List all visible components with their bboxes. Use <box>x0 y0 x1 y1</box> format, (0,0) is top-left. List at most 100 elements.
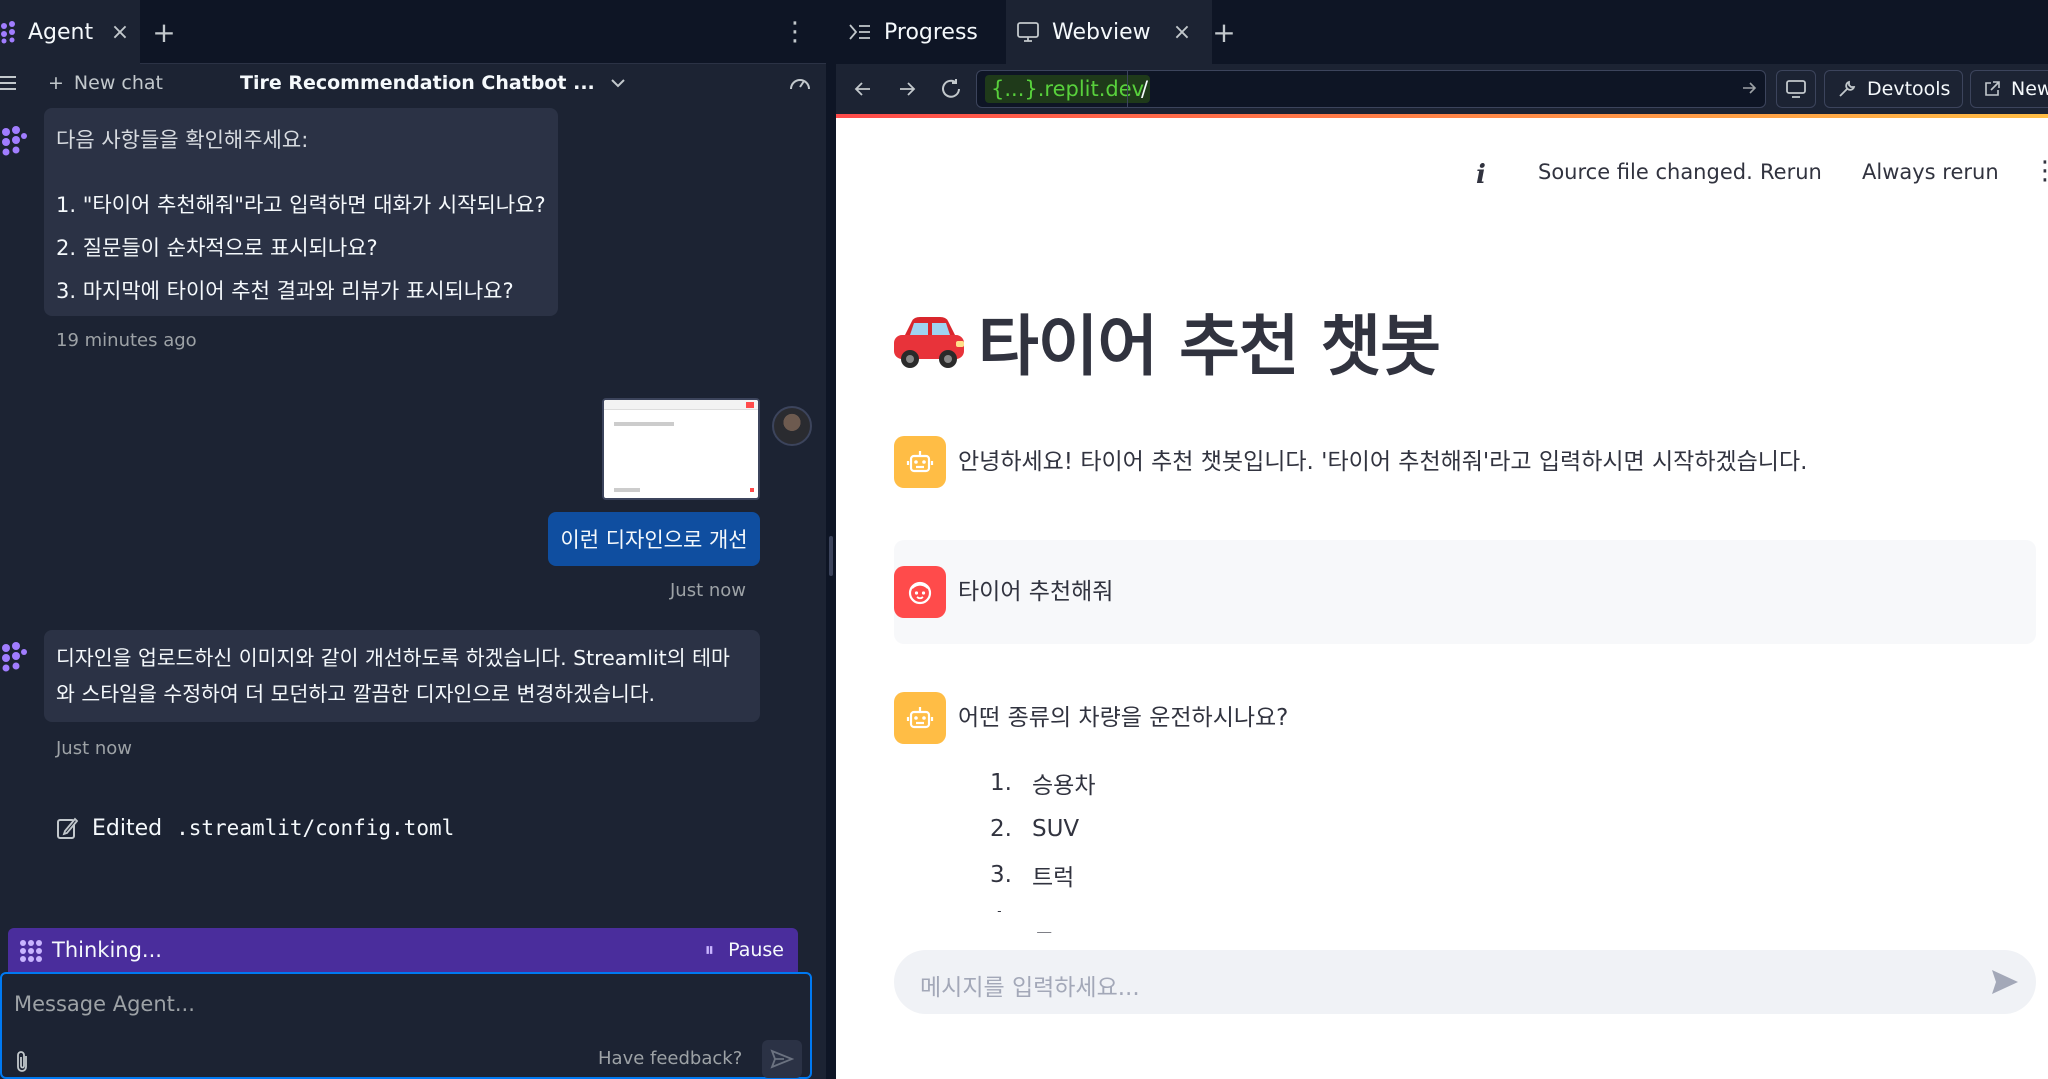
progress-icon <box>849 24 870 40</box>
url-bar[interactable]: {...}.replit.dev / <box>976 70 1766 108</box>
back-button[interactable] <box>846 72 880 106</box>
user-message: 이런 디자인으로 개선 <box>548 512 760 566</box>
bot-message-text: 안녕하세요! 타이어 추천 챗봇입니다. '타이어 추천해줘'라고 입력하시면 … <box>958 449 1808 475</box>
monitor-icon <box>1017 22 1039 42</box>
wrench-icon <box>1839 80 1856 97</box>
tab-agent[interactable]: Agent × <box>0 0 140 64</box>
external-link-icon <box>1985 81 2000 96</box>
agent-message-line: 와 스타일을 수정하여 더 모던하고 깔끔한 디자인으로 변경하겠습니다. <box>56 682 656 706</box>
plus-icon[interactable]: + <box>1204 0 1244 64</box>
send-icon[interactable] <box>1990 968 2020 996</box>
agent-avatar-icon <box>2 126 27 156</box>
bot-message: 안녕하세요! 타이어 추천 챗봇입니다. '타이어 추천해줘'라고 입력하시면 … <box>894 436 2036 488</box>
agent-tabbar: Agent × + ⋮ <box>0 0 826 64</box>
menu-icon[interactable] <box>0 72 18 94</box>
devtools-label: Devtools <box>1867 78 1951 100</box>
url-path: / <box>1141 77 1149 101</box>
always-rerun-button[interactable]: Always rerun <box>1862 160 1999 184</box>
timestamp: Just now <box>670 580 747 601</box>
smile-face-icon <box>908 581 932 605</box>
source-changed-message: Source file changed. <box>1538 160 1753 184</box>
edited-file-path: .streamlit/config.toml <box>176 816 455 840</box>
new-chat-button[interactable]: + New chat <box>48 64 163 102</box>
chat-input-placeholder: 메시지를 입력하세요... <box>920 975 1140 1001</box>
agent-message-item: 2. 질문들이 순차적으로 표시되나요? <box>56 236 378 260</box>
agent-message: 다음 사항들을 확인해주세요: 1. "타이어 추천해줘"라고 입력하면 대화가… <box>44 108 558 316</box>
tab-agent-label: Agent <box>28 19 94 45</box>
close-icon[interactable]: × <box>100 0 140 64</box>
feedback-link[interactable]: Have feedback? <box>598 1048 742 1069</box>
bot-avatar <box>894 436 946 488</box>
list-item: 2. SUV <box>990 816 1080 842</box>
plus-icon[interactable]: + <box>144 0 184 64</box>
agent-logo-icon <box>20 940 42 962</box>
list-item: 3. 트럭 <box>990 862 1075 891</box>
agent-message-item: 3. 마지막에 타이어 추천 결과와 리뷰가 표시되나요? <box>56 279 514 303</box>
agent-message: 디자인을 업로드하신 이미지와 같이 개선하도록 하겠습니다. Streamli… <box>44 630 760 722</box>
rerun-button[interactable]: Rerun <box>1760 160 1822 184</box>
agent-message-item: 1. "타이어 추천해줘"라고 입력하면 대화가 시작되나요? <box>56 193 546 217</box>
pane-resizer[interactable] <box>826 0 836 1079</box>
send-icon <box>770 1049 794 1069</box>
chat-header: + New chat Tire Recommendation Chatbot .… <box>0 64 826 102</box>
monitor-icon <box>1786 80 1806 98</box>
page-title: 타이어 추천 챗봇 <box>890 296 1441 386</box>
reload-icon <box>942 79 960 98</box>
agent-message-intro: 다음 사항들을 확인해주세요: <box>56 128 309 152</box>
thinking-label: Thinking... <box>52 938 162 962</box>
pause-label: Pause <box>728 939 784 961</box>
devtools-button[interactable]: Devtools <box>1824 70 1964 108</box>
close-icon[interactable]: × <box>1162 0 1202 64</box>
agent-pane: Agent × + ⋮ + New chat Tire Recommendati… <box>0 0 826 1079</box>
info-icon: i <box>1476 160 1486 190</box>
tab-progress[interactable]: Progress <box>848 0 978 64</box>
bot-message-text: 어떤 종류의 차량을 운전하시나요? <box>958 705 1289 731</box>
page-title-text: 타이어 추천 챗봇 <box>978 308 1441 385</box>
agent-message-line: 디자인을 업로드하신 이미지와 같이 개선하도록 하겠습니다. Streamli… <box>56 646 730 670</box>
edit-file-icon <box>57 817 78 839</box>
chat-title-dropdown[interactable]: Tire Recommendation Chatbot ... <box>240 64 625 102</box>
new-tab-label: New <box>2011 78 2048 100</box>
arrow-right-icon <box>900 82 916 96</box>
url-host: {...}.replit.dev <box>985 75 1151 103</box>
tab-webview-content[interactable]: Webview <box>1016 0 1151 64</box>
uploaded-image-thumbnail[interactable] <box>602 398 760 500</box>
chat-input[interactable]: 메시지를 입력하세요... <box>894 950 2036 1014</box>
agent-logo-icon <box>1 21 15 44</box>
message-composer[interactable]: Message Agent... Have feedback? <box>0 972 812 1079</box>
agent-avatar-icon <box>2 642 27 672</box>
edited-file-action[interactable]: Edited .streamlit/config.toml <box>56 810 454 846</box>
user-avatar <box>772 406 812 446</box>
bot-avatar <box>894 692 946 744</box>
timestamp: 19 minutes ago <box>56 330 197 351</box>
more-vertical-icon[interactable]: ⋮ <box>780 0 810 64</box>
send-button[interactable] <box>762 1040 802 1078</box>
tab-progress-label: Progress <box>884 19 978 45</box>
new-chat-label: New chat <box>73 72 163 94</box>
webview-pane: Progress Webview × + {...}.replit.dev / <box>836 0 2048 1079</box>
device-preview-button[interactable] <box>1776 70 1816 108</box>
usage-gauge-icon[interactable] <box>788 72 812 94</box>
arrow-right-icon[interactable] <box>1741 79 1757 97</box>
paperclip-icon[interactable] <box>14 1050 32 1074</box>
forward-button[interactable] <box>890 72 924 106</box>
reload-button[interactable] <box>934 72 968 106</box>
more-vertical-icon[interactable]: ⋮ <box>2032 156 2048 186</box>
plus-icon: + <box>48 72 64 94</box>
user-avatar <box>894 566 946 618</box>
arrow-left-icon <box>854 82 870 96</box>
thinking-bar: Thinking... ⏸ Pause <box>8 928 798 972</box>
streamlit-header: i Source file changed. Rerun Always reru… <box>836 118 2048 190</box>
pause-button[interactable]: ⏸ Pause <box>705 939 784 961</box>
pause-icon: ⏸ <box>704 939 715 961</box>
edited-label: Edited <box>92 815 163 841</box>
bot-message: 어떤 종류의 차량을 운전하시나요? <box>894 692 2036 744</box>
timestamp: Just now <box>56 738 133 759</box>
tab-webview-label: Webview <box>1052 19 1151 45</box>
car-icon <box>894 317 964 368</box>
browser-toolbar: {...}.replit.dev / Devtools New <box>836 64 2048 114</box>
open-new-tab-button[interactable]: New <box>1970 70 2048 108</box>
list-item: 1. 승용차 <box>990 770 1096 799</box>
user-message-text: 이런 디자인으로 개선 <box>560 528 748 552</box>
chevron-down-icon <box>611 79 625 88</box>
